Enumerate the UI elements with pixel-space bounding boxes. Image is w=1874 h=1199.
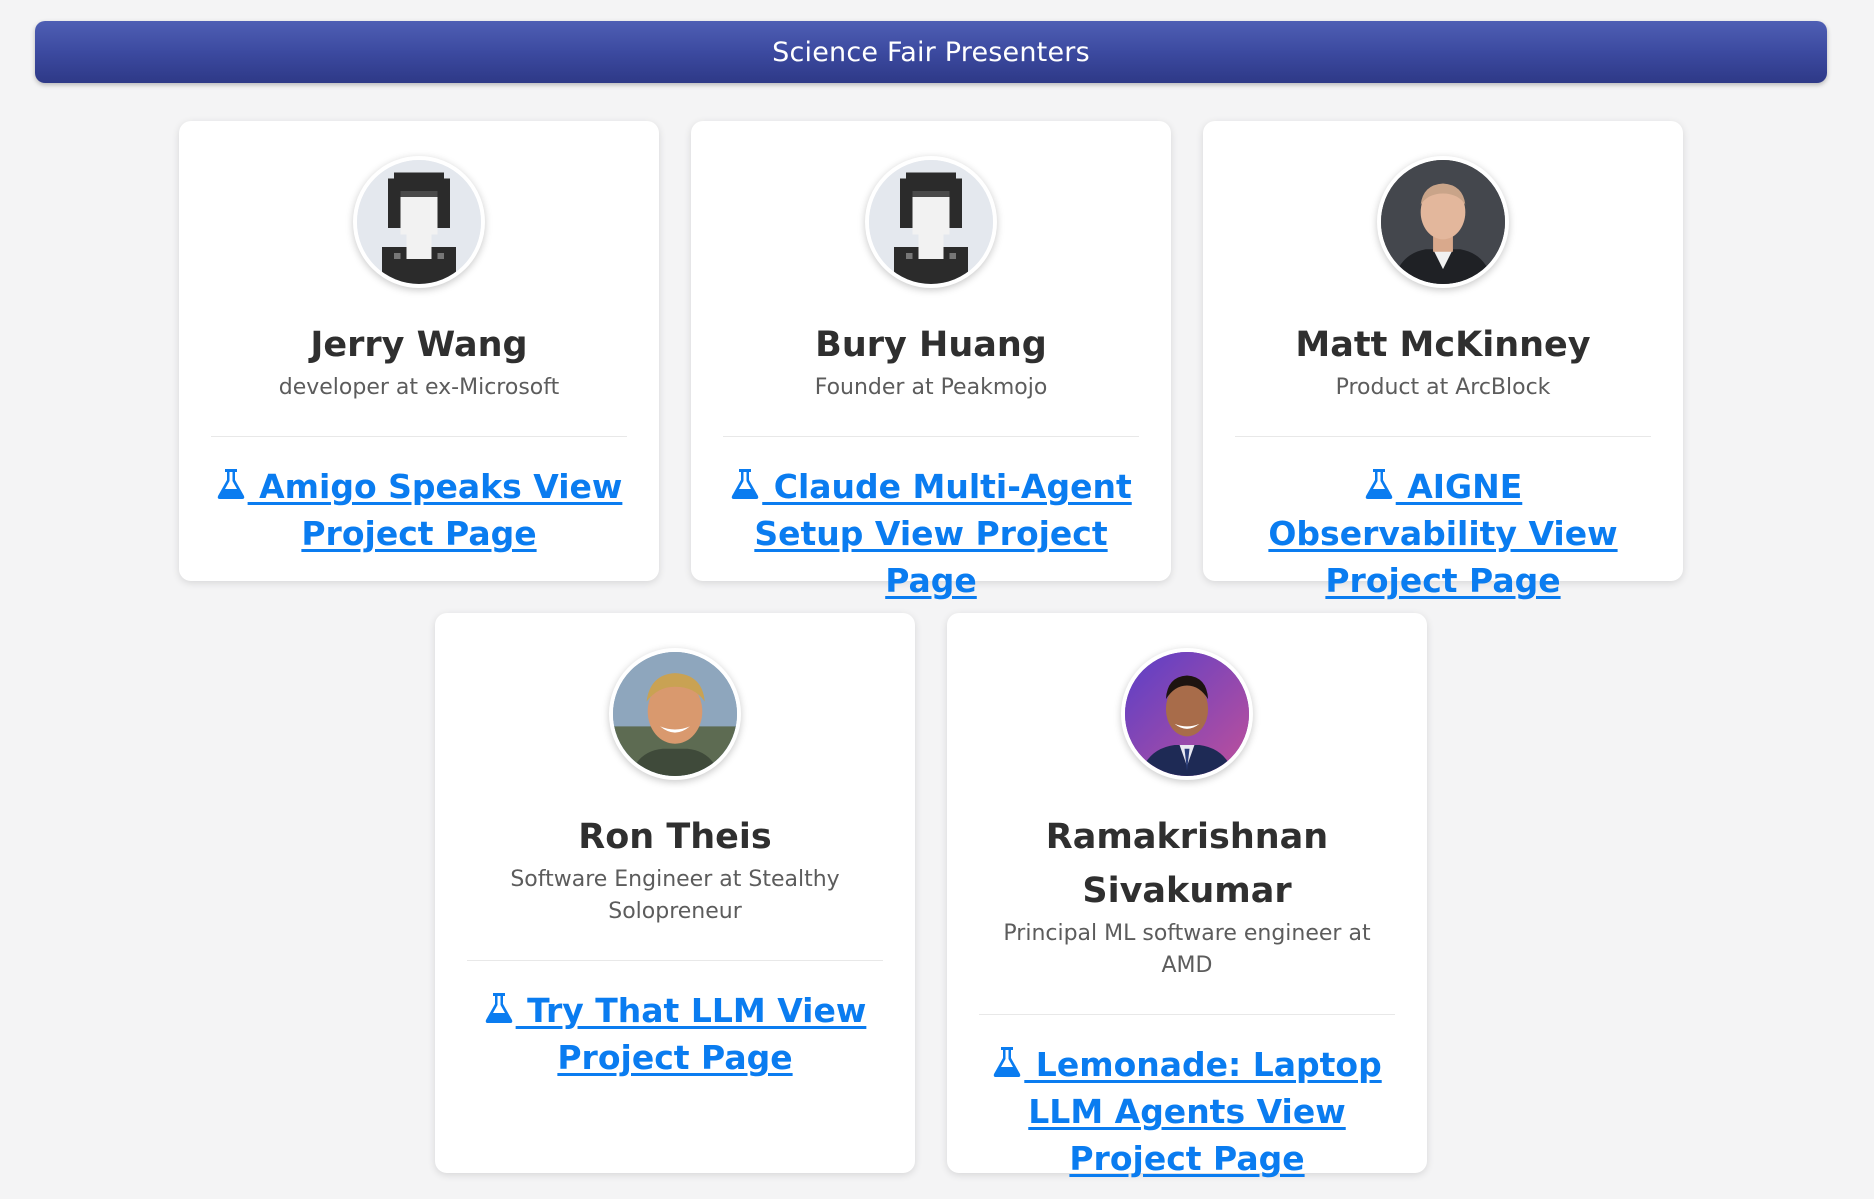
project-link[interactable]: Lemonade: Laptop LLM Agents View Project…: [979, 1041, 1395, 1182]
presenter-role: Product at ArcBlock: [1335, 375, 1551, 400]
project-link-label: Lemonade: Laptop LLM Agents View Project…: [1024, 1045, 1382, 1178]
project-link-label: Claude Multi-Agent Setup View Project Pa…: [754, 467, 1132, 600]
avatar: [1377, 156, 1509, 288]
page-title: Science Fair Presenters: [772, 36, 1090, 68]
divider: [979, 1014, 1395, 1015]
presenter-name: Jerry Wang: [310, 325, 528, 365]
presenter-role: Software Engineer at Stealthy Solopreneu…: [510, 867, 840, 924]
presenter-card: Ron Theis Software Engineer at Stealthy …: [435, 613, 915, 1173]
presenter-card: Bury Huang Founder at Peakmojo Claude Mu…: [691, 121, 1171, 600]
presenter-name: Ramakrishnan Sivakumar: [1045, 817, 1329, 911]
flask-icon: [994, 1047, 1021, 1077]
pixel-avatar-image: [357, 160, 481, 284]
divider: [467, 960, 883, 961]
avatar: [609, 648, 741, 780]
project-link[interactable]: Try That LLM View Project Page: [467, 987, 883, 1081]
avatar: [865, 156, 997, 288]
flask-icon: [1365, 469, 1392, 499]
divider: [1235, 436, 1651, 437]
presenter-name: Matt McKinney: [1295, 325, 1591, 365]
project-link-label: Try That LLM View Project Page: [515, 991, 867, 1077]
presenter-card: Ramakrishnan Sivakumar Principal ML soft…: [947, 613, 1427, 1178]
project-link-label: Amigo Speaks View Project Page: [247, 467, 623, 553]
photo-avatar-image: [1381, 160, 1505, 284]
presenter-role: Founder at Peakmojo: [814, 375, 1048, 400]
avatar: [353, 156, 485, 288]
presenter-card: Matt McKinney Product at ArcBlock AIGNE …: [1203, 121, 1683, 600]
flask-icon: [485, 993, 512, 1023]
pixel-avatar-image: [869, 160, 993, 284]
project-link[interactable]: Claude Multi-Agent Setup View Project Pa…: [723, 463, 1139, 604]
project-link-label: AIGNE Observability View Project Page: [1268, 467, 1618, 600]
project-link[interactable]: Amigo Speaks View Project Page: [211, 463, 627, 557]
presenter-role: Principal ML software engineer at AMD: [1003, 921, 1371, 978]
photo-avatar-image: [613, 652, 737, 776]
photo-avatar-image: [1125, 652, 1249, 776]
divider: [211, 436, 627, 437]
flask-icon: [731, 469, 759, 499]
avatar: [1121, 648, 1253, 780]
presenter-role: developer at ex-Microsoft: [278, 375, 560, 400]
presenter-name: Ron Theis: [578, 817, 772, 857]
presenter-card: Jerry Wang developer at ex-Microsoft Ami…: [179, 121, 659, 581]
page-title-banner: Science Fair Presenters: [35, 21, 1827, 83]
project-link[interactable]: AIGNE Observability View Project Page: [1235, 463, 1651, 604]
flask-icon: [217, 469, 244, 499]
divider: [723, 436, 1139, 437]
presenter-name: Bury Huang: [815, 325, 1047, 365]
